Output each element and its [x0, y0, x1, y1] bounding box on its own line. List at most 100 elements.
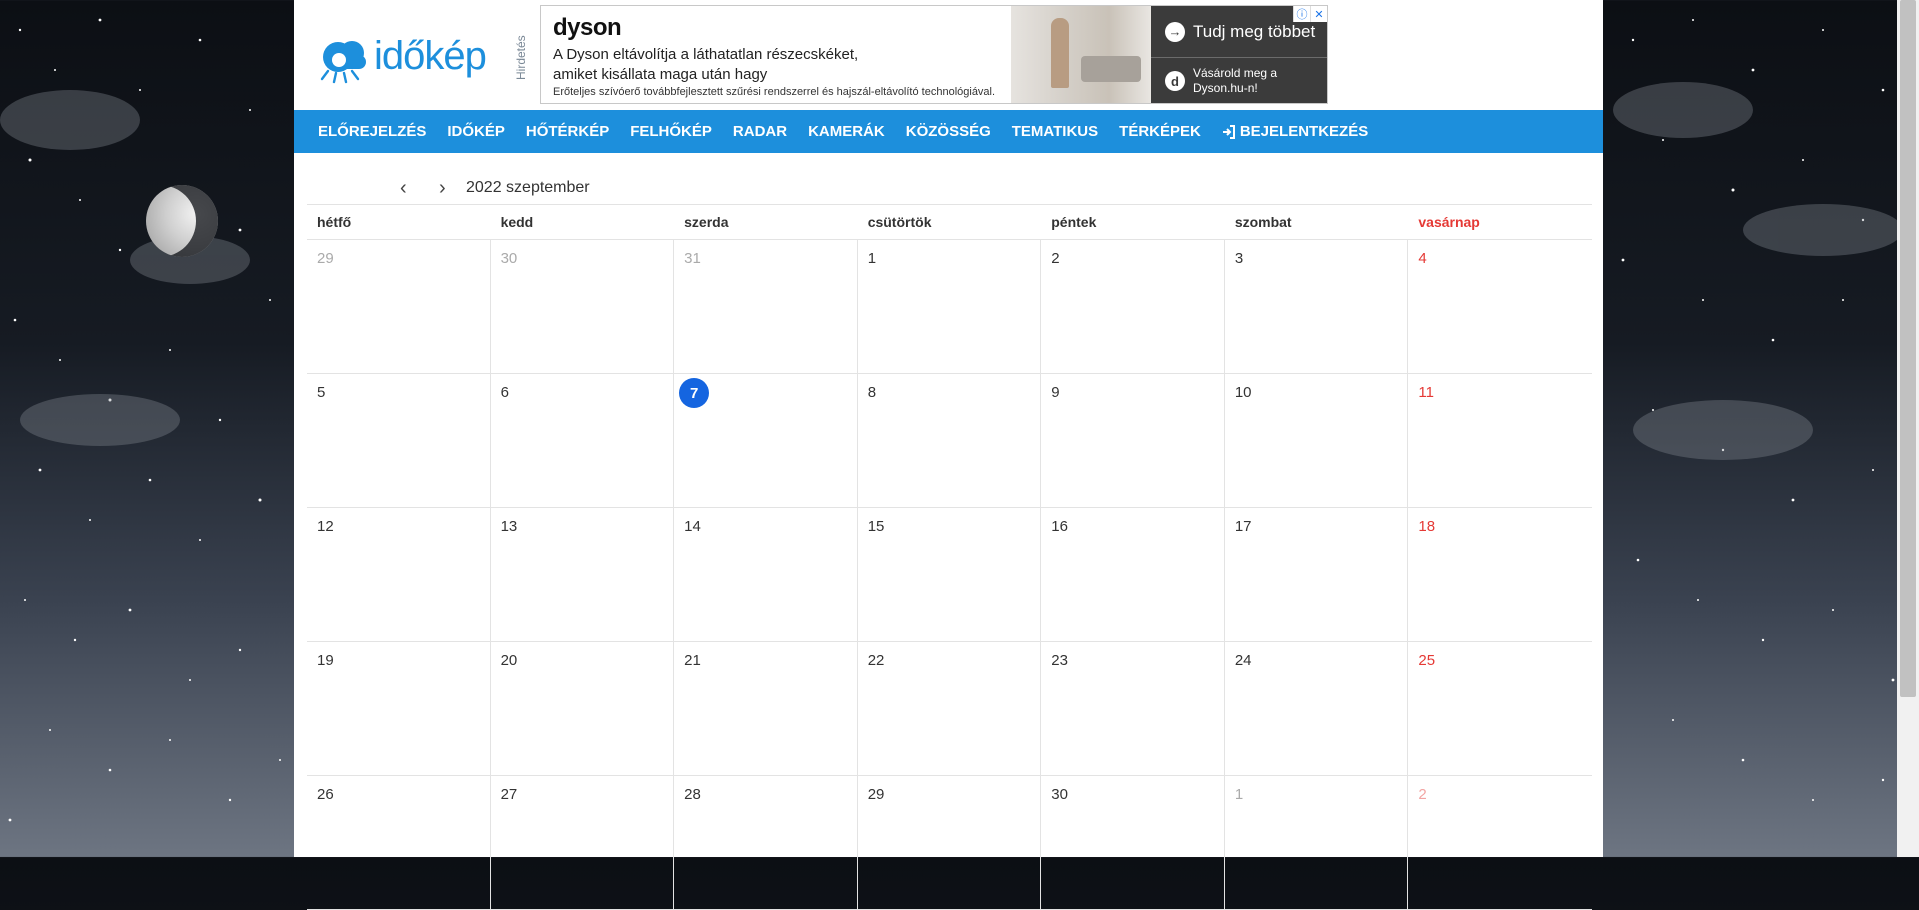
weekday-header: csütörtök	[867, 214, 932, 230]
calendar-day-cell[interactable]: 13	[491, 508, 675, 641]
calendar-day-cell[interactable]: 4	[1408, 240, 1592, 373]
nav-item-login[interactable]: BEJELENTKEZÉS	[1222, 123, 1368, 140]
calendar-day-cell[interactable]: 11	[1408, 374, 1592, 507]
page-scrollbar[interactable]	[1897, 0, 1919, 857]
calendar-day-cell[interactable]: 27	[491, 776, 675, 909]
arrow-right-icon: →	[1165, 21, 1185, 42]
nav-item-tematikus[interactable]: TEMATIKUS	[1012, 123, 1098, 140]
calendar-day-cell[interactable]: 6	[491, 374, 675, 507]
ad-description: Erőteljes szívóerő továbbfejlesztett szű…	[553, 86, 996, 98]
calendar-day-number: 30	[1051, 786, 1068, 803]
calendar-grid: hétfő kedd szerda csütörtök péntek szomb…	[307, 204, 1592, 910]
chevron-right-icon[interactable]: ›	[439, 177, 446, 200]
close-icon[interactable]: ✕	[1310, 6, 1327, 22]
calendar-day-cell[interactable]: 1	[1225, 776, 1409, 909]
info-icon[interactable]: ⓘ	[1293, 6, 1310, 22]
advertisement-banner[interactable]: dyson A Dyson eltávolítja a láthatatlan …	[540, 5, 1328, 104]
weekday-header-sunday: vasárnap	[1418, 214, 1480, 230]
chevron-left-icon[interactable]: ‹	[400, 177, 407, 200]
site-header: időkép Hirdetés dyson A Dyson eltávolítj…	[294, 0, 1603, 110]
ad-brand: dyson	[553, 14, 622, 41]
nav-item-radar[interactable]: RADAR	[733, 123, 787, 140]
calendar-week-row: 29 30 31 1 2 3 4	[307, 240, 1592, 374]
nav-item-felhokep[interactable]: FELHŐKÉP	[630, 123, 712, 140]
calendar-day-cell[interactable]: 23	[1041, 642, 1225, 775]
calendar-day-number: 3	[1234, 250, 1244, 267]
nav-item-terkepek[interactable]: TÉRKÉPEK	[1119, 123, 1201, 140]
calendar-day-cell[interactable]: 2	[1041, 240, 1225, 373]
calendar-month-title: 2022 szeptember	[466, 179, 590, 196]
calendar-week-row: 19 20 21 22 23 24 25	[307, 642, 1592, 776]
background-sky-right	[1603, 0, 1919, 857]
calendar-day-number: 6	[500, 384, 509, 401]
weekday-header: hétfő	[317, 214, 352, 230]
calendar-day-number: 28	[684, 786, 701, 803]
calendar-day-number: 29	[867, 786, 885, 803]
ad-cta-secondary-button[interactable]: d Vásárold meg a Dyson.hu-n!	[1151, 59, 1327, 103]
calendar-day-cell[interactable]: 15	[858, 508, 1042, 641]
calendar-day-cell[interactable]: 21	[674, 642, 858, 775]
calendar-day-today[interactable]: 7	[674, 374, 858, 507]
background-sky-left	[0, 0, 294, 857]
scrollbar-thumb[interactable]	[1900, 0, 1916, 697]
calendar-day-cell[interactable]: 1	[858, 240, 1042, 373]
ad-image-sofa	[1081, 56, 1141, 82]
calendar-day-cell[interactable]: 22	[858, 642, 1042, 775]
calendar-day-number: 9	[1051, 384, 1060, 401]
ad-headline-line2: amiket kisállata maga után hagy	[553, 66, 768, 83]
calendar-day-number: 4	[1418, 250, 1427, 267]
calendar-day-number: 19	[317, 652, 334, 669]
calendar-day-cell[interactable]: 12	[307, 508, 491, 641]
calendar-day-number: 2	[1051, 250, 1060, 267]
ad-corner-controls: ⓘ ✕	[1293, 6, 1327, 22]
calendar-day-cell[interactable]: 19	[307, 642, 491, 775]
calendar-day-number: 1	[867, 250, 877, 267]
calendar-day-cell[interactable]: 26	[307, 776, 491, 909]
nav-item-hoterkep[interactable]: HŐTÉRKÉP	[526, 123, 609, 140]
calendar-day-number: 21	[684, 652, 701, 669]
calendar-day-cell[interactable]: 31	[674, 240, 858, 373]
nav-item-elorejelzes[interactable]: ELŐREJELZÉS	[318, 123, 426, 140]
calendar-day-cell[interactable]: 9	[1041, 374, 1225, 507]
site-logo[interactable]: időkép	[314, 26, 487, 86]
calendar-day-cell[interactable]: 28	[674, 776, 858, 909]
calendar-day-cell[interactable]: 25	[1408, 642, 1592, 775]
calendar-toolbar: ‹ › 2022 szeptember	[294, 175, 1603, 205]
calendar-day-number: 26	[317, 786, 334, 803]
weekday-header-row: hétfő kedd szerda csütörtök péntek szomb…	[307, 204, 1592, 240]
calendar-day-cell[interactable]: 18	[1408, 508, 1592, 641]
calendar-day-cell[interactable]: 10	[1225, 374, 1409, 507]
calendar-day-cell[interactable]: 2	[1408, 776, 1592, 909]
page-container: időkép Hirdetés dyson A Dyson eltávolítj…	[294, 0, 1603, 910]
calendar-day-number: 10	[1234, 384, 1252, 401]
calendar-day-number: 18	[1418, 518, 1436, 535]
calendar-day-cell[interactable]: 3	[1225, 240, 1409, 373]
calendar-day-cell[interactable]: 20	[491, 642, 675, 775]
calendar-day-cell[interactable]: 24	[1225, 642, 1409, 775]
nav-item-kozosseg[interactable]: KÖZÖSSÉG	[906, 123, 991, 140]
nav-item-kamerak[interactable]: KAMERÁK	[808, 123, 885, 140]
logo-text: időkép	[374, 33, 487, 78]
calendar-day-cell[interactable]: 16	[1041, 508, 1225, 641]
nav-item-idokep[interactable]: IDŐKÉP	[447, 123, 505, 140]
calendar-day-cell[interactable]: 5	[307, 374, 491, 507]
calendar-day-number: 1	[1234, 786, 1244, 803]
calendar-day-number: 20	[500, 652, 518, 669]
calendar-day-number: 15	[867, 518, 885, 535]
main-navigation: ELŐREJELZÉS IDŐKÉP HŐTÉRKÉP FELHŐKÉP RAD…	[294, 110, 1603, 153]
calendar-day-cell[interactable]: 8	[858, 374, 1042, 507]
calendar-day-cell[interactable]: 17	[1225, 508, 1409, 641]
calendar-day-number: 5	[317, 384, 326, 401]
calendar-week-row: 5 6 7 8 9 10 11	[307, 374, 1592, 508]
weekday-header: kedd	[500, 214, 534, 230]
calendar-day-cell[interactable]: 29	[858, 776, 1042, 909]
calendar-day-cell[interactable]: 14	[674, 508, 858, 641]
nav-login-label: BEJELENTKEZÉS	[1239, 123, 1369, 140]
calendar-day-cell[interactable]: 30	[491, 240, 675, 373]
ad-image-person	[1051, 18, 1069, 88]
calendar-day-cell[interactable]: 29	[307, 240, 491, 373]
moon-icon	[146, 185, 218, 257]
calendar-day-cell[interactable]: 30	[1041, 776, 1225, 909]
ad-image	[1011, 6, 1151, 103]
calendar-day-number: 25	[1418, 652, 1436, 669]
